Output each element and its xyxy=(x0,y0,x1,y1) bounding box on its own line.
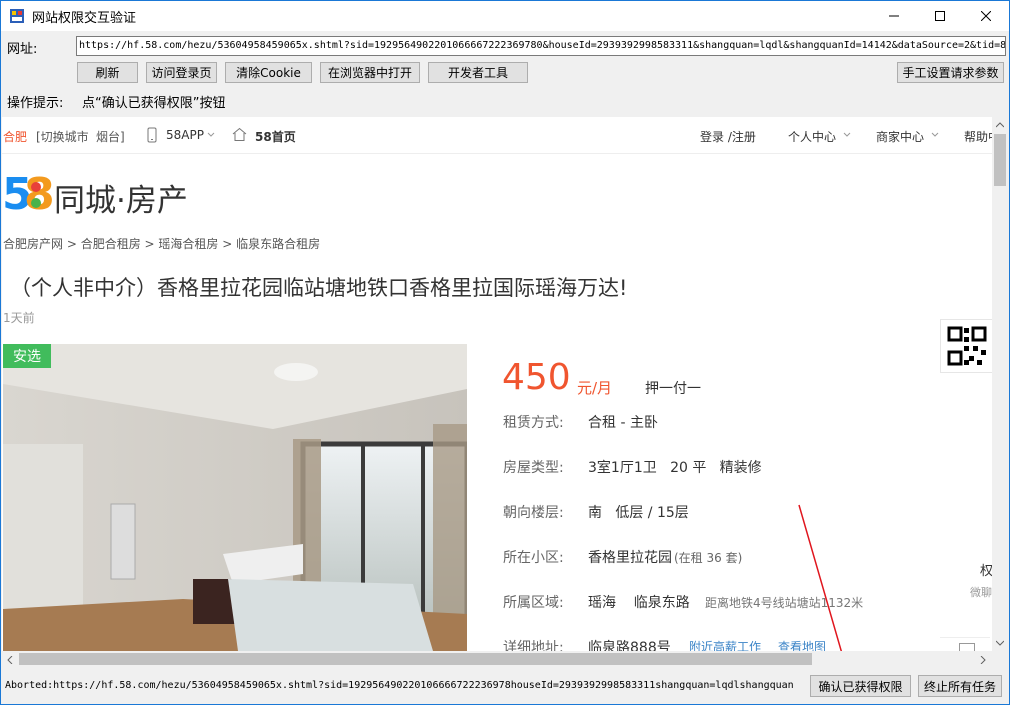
visit-login-button[interactable]: 访问登录页 xyxy=(146,62,217,83)
price-value: 450 xyxy=(502,357,571,398)
community-count: (在租 36 套) xyxy=(674,551,743,565)
phone-icon xyxy=(147,127,157,143)
home-link[interactable]: 58首页 xyxy=(255,128,296,145)
scroll-left-icon[interactable] xyxy=(7,656,13,664)
close-icon xyxy=(981,11,991,21)
scroll-down-icon[interactable] xyxy=(996,640,1004,646)
personal-center-link[interactable]: 个人中心 xyxy=(788,128,836,145)
minimize-button[interactable] xyxy=(871,1,917,31)
chevron-down-icon xyxy=(843,132,851,137)
info-value: 瑶海 临泉东路 xyxy=(588,595,690,611)
maximize-button[interactable] xyxy=(917,1,963,31)
logo-brand-text: 同城·房产 xyxy=(54,183,188,219)
clear-cookie-button[interactable]: 清除Cookie xyxy=(225,62,312,83)
open-in-browser-button[interactable]: 在浏览器中打开 xyxy=(320,62,420,83)
info-label: 朝向楼层: xyxy=(503,505,564,521)
info-label: 所属区域: xyxy=(503,595,564,611)
scroll-up-icon[interactable] xyxy=(996,122,1004,128)
window-title: 网站权限交互验证 xyxy=(32,11,137,26)
verified-tag: 安选 xyxy=(3,344,51,368)
deposit-terms: 押一付一 xyxy=(645,381,701,397)
info-value: 合租 - 主卧 xyxy=(588,415,658,431)
svg-text:8: 8 xyxy=(24,169,52,217)
refresh-button[interactable]: 刷新 xyxy=(77,62,138,83)
qr-code-icon xyxy=(947,326,987,366)
app-window: 网站权限交互验证 网址: https://hf.58.com/hezu/5360… xyxy=(0,0,1010,705)
merchant-center-link[interactable]: 商家中心 xyxy=(876,128,924,145)
info-label: 所在小区: xyxy=(503,550,564,566)
login-link[interactable]: 登录 /注册 xyxy=(700,128,756,145)
info-label: 房屋类型: xyxy=(503,460,564,476)
qr-code[interactable] xyxy=(940,319,994,373)
breadcrumb-item[interactable]: 临泉东路合租房 xyxy=(236,237,320,251)
maximize-icon xyxy=(935,11,945,21)
breadcrumb-item[interactable]: 瑶海合租房 xyxy=(158,237,218,251)
price-unit: 元/月 xyxy=(577,379,613,397)
room-photo-illustration xyxy=(3,344,467,651)
hint-label: 操作提示: xyxy=(7,96,64,111)
nearby-jobs-link[interactable]: 附近高薪工作 xyxy=(689,638,761,651)
status-bar: Aborted:https://hf.58.com/hezu/536049584… xyxy=(1,671,1009,703)
manual-params-button[interactable]: 手工设置请求参数 xyxy=(897,62,1004,83)
side-divider xyxy=(940,637,990,638)
switch-city-link[interactable]: [切换城市 xyxy=(36,128,89,145)
info-value: 临泉路888号 xyxy=(588,640,671,651)
scroll-right-icon[interactable] xyxy=(980,656,986,664)
url-label: 网址: xyxy=(7,42,38,57)
devtools-button[interactable]: 开发者工具 xyxy=(428,62,528,83)
listing-photo[interactable] xyxy=(3,344,467,651)
breadcrumb-item[interactable]: 合肥合租房 xyxy=(81,237,141,251)
app-link[interactable]: 58APP xyxy=(166,128,204,142)
current-city: 合肥 xyxy=(3,130,28,144)
scrollbar-corner xyxy=(992,651,1008,668)
minimize-icon xyxy=(889,15,899,17)
site-top-nav: 合肥 [切换城市 烟台] 58APP 58首页 登录 /注册 个人中心 商家中心… xyxy=(2,117,1008,154)
chevron-down-icon xyxy=(207,132,215,137)
info-value: 3室1厅1卫 20 平 精装修 xyxy=(588,460,762,476)
stop-all-tasks-button[interactable]: 终止所有任务 xyxy=(918,675,1002,697)
app-icon xyxy=(10,9,24,23)
side-panel-chat[interactable]: 微聊 xyxy=(970,584,992,600)
logo-58-mark: 5 8 xyxy=(2,169,52,217)
url-input[interactable]: https://hf.58.com/hezu/53604958459065x.s… xyxy=(76,36,1006,56)
breadcrumb-item[interactable]: 合肥房产网 xyxy=(3,237,63,251)
close-button[interactable] xyxy=(963,1,1009,31)
vertical-scroll-thumb[interactable] xyxy=(994,134,1006,186)
listing-title: （个人非中介）香格里拉花园临站塘地铁口香格里拉国际瑶海万达! xyxy=(10,276,628,300)
title-bar: 网站权限交互验证 xyxy=(1,1,1009,31)
red-arrow-annotation xyxy=(798,504,843,651)
status-text: Aborted:https://hf.58.com/hezu/536049584… xyxy=(5,680,794,691)
vertical-scrollbar[interactable] xyxy=(992,117,1008,651)
hint-text: 点“确认已获得权限”按钮 xyxy=(82,96,226,111)
info-value: 南 低层 / 15层 xyxy=(588,505,689,521)
horizontal-scrollbar[interactable] xyxy=(2,651,992,668)
home-icon xyxy=(232,127,247,141)
community-link[interactable]: 香格里拉花园 xyxy=(588,547,672,567)
horizontal-scroll-thumb[interactable] xyxy=(19,653,812,665)
nearby-city-link[interactable]: 烟台] xyxy=(96,128,125,145)
confirm-permission-button[interactable]: 确认已获得权限 xyxy=(810,675,911,697)
info-label: 租赁方式: xyxy=(503,415,564,431)
info-label: 详细地址: xyxy=(503,640,564,651)
posted-time: 1天前 xyxy=(3,311,35,325)
browser-view: 合肥 [切换城市 烟台] 58APP 58首页 登录 /注册 个人中心 商家中心… xyxy=(2,117,1008,651)
message-icon xyxy=(959,643,975,651)
breadcrumb: 合肥房产网 > 合肥合租房 > 瑶海合租房 > 临泉东路合租房 xyxy=(3,237,321,251)
chevron-down-icon xyxy=(931,132,939,137)
